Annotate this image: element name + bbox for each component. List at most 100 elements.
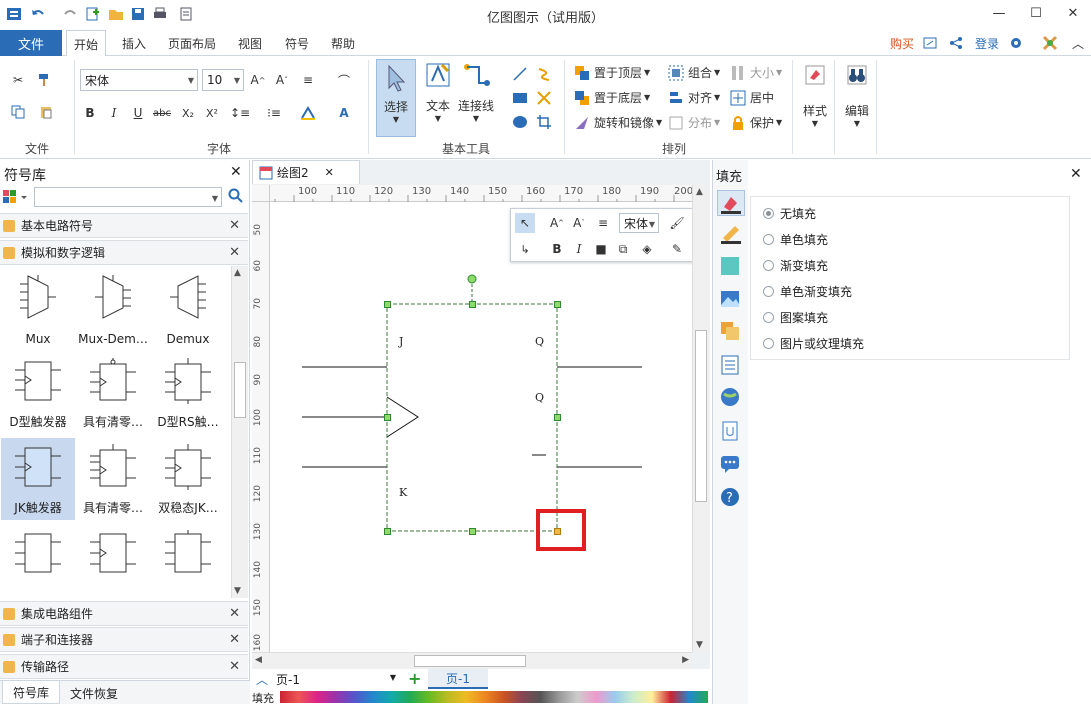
subscript-icon[interactable]: X₂ xyxy=(178,103,198,123)
login-link[interactable]: 登录 xyxy=(975,30,999,56)
resize-handle-left[interactable] xyxy=(384,414,391,421)
share-icon[interactable] xyxy=(922,30,938,56)
drawing-page[interactable]: J K Q Q xyxy=(270,202,692,652)
symbol-bistable-jk[interactable]: 双稳态JK… xyxy=(151,438,225,520)
curve-icon[interactable] xyxy=(534,64,554,84)
close-panel-icon[interactable]: ✕ xyxy=(230,164,242,180)
send-back-button[interactable]: 置于底层 ▼ xyxy=(574,89,650,106)
close-document-icon[interactable]: ✕ xyxy=(325,166,334,179)
shadow-icon[interactable]: ■ xyxy=(591,239,611,259)
horizontal-scrollbar[interactable]: ◀ ▶ xyxy=(252,652,692,669)
font-grow-icon[interactable]: A ^ xyxy=(248,70,268,90)
format-painter-icon[interactable] xyxy=(34,70,54,90)
text-align-icon[interactable]: ≡ xyxy=(593,213,613,233)
select-tool-button[interactable]: 选择 ▼ xyxy=(376,59,416,137)
superscript-icon[interactable]: X² xyxy=(202,103,222,123)
tab-symbol[interactable]: 符号 xyxy=(285,30,309,56)
italic-icon[interactable]: I xyxy=(569,239,589,259)
line-spacing-icon[interactable]: ⌒ xyxy=(334,70,354,90)
font-size-select[interactable]: 10 ▼ xyxy=(202,69,244,91)
style-button[interactable]: 样式 ▼ xyxy=(798,64,832,128)
close-category-icon[interactable]: ✕ xyxy=(229,632,240,647)
fill-option-picture[interactable]: 图片或纹理填充 xyxy=(763,335,864,352)
layer-icon[interactable] xyxy=(719,320,741,345)
tab-symbol-library[interactable]: 符号库 xyxy=(2,681,60,704)
paragraph-spacing-icon[interactable]: ↕≡ xyxy=(230,103,250,123)
close-fill-panel-icon[interactable]: ✕ xyxy=(1070,166,1082,182)
bold-icon[interactable]: B xyxy=(80,103,100,123)
bullet-list-icon[interactable]: ⁝≡ xyxy=(264,103,284,123)
crop-icon[interactable] xyxy=(534,112,554,132)
document-tab[interactable]: 绘图2 ✕ xyxy=(252,160,360,184)
connector-style-icon[interactable]: ↳ xyxy=(515,239,535,259)
font-shrink-icon[interactable]: Aˇ xyxy=(569,213,589,233)
symbol-flipflop-4[interactable] xyxy=(1,524,75,598)
text-tool-button[interactable]: 文本 ▼ xyxy=(420,61,456,137)
fill-option-none[interactable]: 无填充 xyxy=(763,205,816,222)
size-button[interactable]: 大小 ▼ xyxy=(730,64,782,81)
font-name-select[interactable]: 宋体 ▼ xyxy=(80,69,198,91)
resize-handle-bottom-left[interactable] xyxy=(384,528,391,535)
copy-icon[interactable] xyxy=(8,102,28,122)
fill-option-gradient[interactable]: 渐变填充 xyxy=(763,257,828,274)
category-basic-circuit[interactable]: 基本电路符号 ✕ xyxy=(0,213,248,238)
help-icon[interactable]: ? xyxy=(719,486,741,511)
shadow-square-icon[interactable] xyxy=(719,255,741,280)
resize-handle-right[interactable] xyxy=(554,414,561,421)
category-transmission[interactable]: 传输路径 ✕ xyxy=(0,654,248,679)
page-list-icon[interactable] xyxy=(719,354,741,379)
tab-page-layout[interactable]: 页面布局 xyxy=(168,30,216,56)
search-icon[interactable] xyxy=(228,188,244,207)
format-painter-icon[interactable]: 🖌 xyxy=(667,213,687,233)
line-pen-icon[interactable] xyxy=(719,222,743,247)
fill-color-icon[interactable]: ◈ xyxy=(637,239,657,259)
duplicate-icon[interactable]: ⧉ xyxy=(613,239,633,259)
bold-icon[interactable]: B xyxy=(547,239,567,259)
category-analog-digital[interactable]: 模拟和数字逻辑 ✕ xyxy=(0,240,248,265)
resize-handle-top[interactable] xyxy=(469,301,476,308)
cross-tool-icon[interactable] xyxy=(534,88,554,108)
distribute-button[interactable]: 分布 ▼ xyxy=(668,114,720,131)
attachment-icon[interactable] xyxy=(719,420,741,445)
float-font-select[interactable]: 宋体 ▼ xyxy=(619,213,659,233)
symbol-clear-jk-flipflop[interactable]: 具有清零… xyxy=(76,438,150,520)
line-icon[interactable] xyxy=(510,64,530,84)
symbol-demux[interactable]: Demux xyxy=(151,268,225,350)
line-color-icon[interactable]: ✎ xyxy=(667,239,687,259)
symbol-d-flipflop[interactable]: D型触发器 xyxy=(1,352,75,434)
tab-file-recovery[interactable]: 文件恢复 xyxy=(70,685,118,702)
fill-paint-icon[interactable] xyxy=(717,190,745,216)
add-page-icon[interactable]: + xyxy=(408,669,421,688)
pointer-icon[interactable]: ↖ xyxy=(515,213,535,233)
symbol-mux-demux[interactable]: Mux-Dem… xyxy=(76,268,150,350)
symbol-flipflop-6[interactable] xyxy=(151,524,225,598)
tab-help[interactable]: 帮助 xyxy=(331,30,355,56)
library-menu-icon[interactable] xyxy=(2,188,30,209)
resize-handle-top-left[interactable] xyxy=(384,301,391,308)
text-align-icon[interactable]: ≡ xyxy=(298,70,318,90)
tab-home[interactable]: 开始 xyxy=(66,30,107,57)
buy-link[interactable]: 购买 xyxy=(890,30,914,56)
image-icon[interactable] xyxy=(719,288,741,313)
theme-icon[interactable] xyxy=(1042,30,1058,56)
center-button[interactable]: 居中 xyxy=(730,89,774,106)
tab-insert[interactable]: 插入 xyxy=(122,30,146,56)
close-category-icon[interactable]: ✕ xyxy=(229,218,240,233)
symbol-mux[interactable]: Mux xyxy=(1,268,75,350)
globe-icon[interactable] xyxy=(719,386,741,411)
strikethrough-icon[interactable]: abc xyxy=(152,103,172,123)
settings-gear-icon[interactable] xyxy=(1008,30,1024,56)
connector-tool-button[interactable]: 连接线 ▼ xyxy=(456,61,496,137)
symbol-d-rs-flipflop[interactable]: D型RS触… xyxy=(151,352,225,434)
palette-swatches[interactable] xyxy=(280,691,708,703)
comment-icon[interactable] xyxy=(719,453,741,478)
bring-front-button[interactable]: 置于顶层 ▼ xyxy=(574,64,650,81)
fill-option-solid-gradient[interactable]: 单色渐变填充 xyxy=(763,283,852,300)
rotate-mirror-button[interactable]: 旋转和镜像 ▼ xyxy=(574,114,662,131)
font-shrink-icon[interactable]: Aˇ xyxy=(272,70,292,90)
close-window-button[interactable]: ✕ xyxy=(1058,3,1088,23)
align-button[interactable]: 对齐 ▼ xyxy=(668,89,720,106)
resize-handle-top-right[interactable] xyxy=(554,301,561,308)
page-select[interactable]: 页-1 ▼ xyxy=(276,671,396,688)
vertical-scrollbar[interactable]: ▲ ▼ xyxy=(692,185,709,652)
